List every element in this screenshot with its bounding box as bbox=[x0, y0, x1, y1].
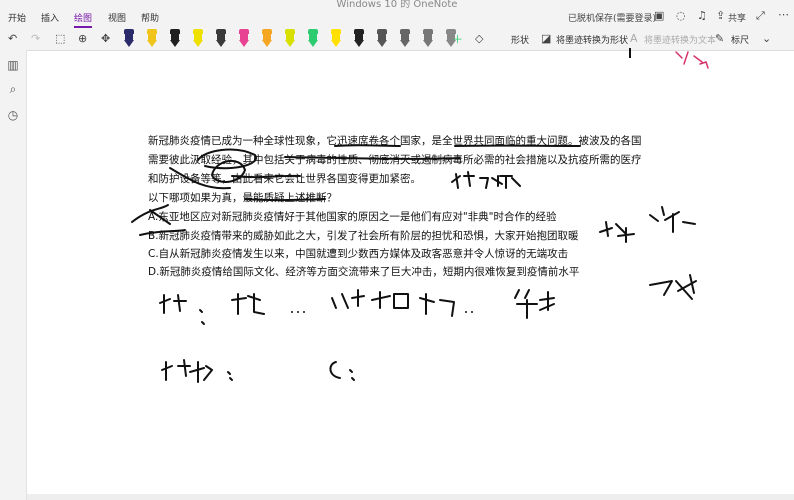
eraser-icon[interactable]: ✥ bbox=[101, 32, 110, 45]
tab-home[interactable]: 开始 bbox=[8, 11, 26, 24]
tab-help[interactable]: 帮助 bbox=[141, 11, 159, 24]
pen-green-icon[interactable] bbox=[308, 29, 318, 47]
pen-orange-icon[interactable] bbox=[262, 29, 272, 47]
horizontal-scrollbar[interactable] bbox=[27, 494, 794, 500]
share-icon[interactable]: ⇪ bbox=[716, 9, 725, 22]
question-prompt: 以下哪项如果为真，最能质疑上述推断？ bbox=[148, 192, 337, 204]
pen-yellow-2-icon[interactable] bbox=[193, 29, 203, 47]
pen-gray-icon[interactable] bbox=[216, 29, 226, 47]
notebook-icon[interactable]: ▣ bbox=[654, 9, 664, 22]
shape-icon[interactable]: ◇ bbox=[475, 32, 483, 45]
sync-status[interactable]: 已脱机保存(需要登录) bbox=[568, 11, 656, 24]
ruler-icon[interactable]: ✎ bbox=[715, 32, 724, 45]
fullscreen-icon[interactable]: ⤢ bbox=[756, 9, 765, 23]
window-title: Windows 10 的 OneNote bbox=[336, 0, 458, 10]
tab-view[interactable]: 视图 bbox=[108, 11, 126, 24]
passage-line-1: 新冠肺炎疫情已成为一种全球性现象，它迅速席卷各个国家，是全世界共同面临的重大问题… bbox=[148, 135, 642, 147]
pen-pink-icon[interactable] bbox=[239, 29, 249, 47]
pen-black-selected-icon[interactable] bbox=[354, 29, 364, 47]
notebooks-icon[interactable]: ▥ bbox=[6, 58, 20, 72]
lasso-select-icon[interactable]: ⬚ bbox=[55, 32, 65, 45]
lightbulb-icon[interactable]: ◌ bbox=[676, 9, 686, 22]
option-b: B.新冠肺炎疫情带来的威胁如此之大，引发了社会所有阶层的担忧和恐惧，大家开始抱团… bbox=[148, 230, 579, 242]
highlighter-yellow-icon[interactable] bbox=[331, 29, 341, 47]
left-sidebar: ▥ ⌕ ◷ bbox=[0, 50, 27, 500]
undo-icon[interactable]: ↶ bbox=[8, 32, 17, 45]
shape-button[interactable]: 形状 bbox=[511, 33, 529, 46]
more-icon[interactable]: ⋯ bbox=[778, 8, 789, 21]
pen-lime-icon[interactable] bbox=[285, 29, 295, 47]
pen-black-icon[interactable] bbox=[170, 29, 180, 47]
chevron-down-icon[interactable]: ⌄ bbox=[762, 32, 771, 45]
option-d: D.新冠肺炎疫情给国际文化、经济等方面交流带来了巨大冲击，短期内很难恢复到疫情前… bbox=[148, 266, 580, 278]
title-bar: Windows 10 的 OneNote 开始 插入 绘图 视图 帮助 已脱机保… bbox=[0, 0, 794, 28]
pen-yellow-icon[interactable] bbox=[147, 29, 157, 47]
share-button[interactable]: 共享 bbox=[728, 11, 746, 24]
option-c: C.自从新冠肺炎疫情发生以来，中国就遭到少数西方媒体及政客恶意并令人惊讶的无端攻… bbox=[148, 248, 569, 260]
recent-icon[interactable]: ◷ bbox=[6, 108, 20, 122]
redo-icon[interactable]: ↷ bbox=[31, 32, 40, 45]
ruler-button[interactable]: 标尺 bbox=[731, 33, 749, 46]
pen-gray-2-icon[interactable] bbox=[400, 29, 410, 47]
passage-line-3: 和防护设备等等，由此看来它会让世界各国变得更加紧密。 bbox=[148, 173, 421, 185]
pen-dark-gray-icon[interactable] bbox=[377, 29, 387, 47]
passage-line-2: 需要彼此汲取经验，其中包括关于病毒的性质、彻底消灭或遏制病毒所必需的社会措施以及… bbox=[148, 154, 642, 166]
tab-draw[interactable]: 绘图 bbox=[74, 11, 93, 28]
bell-icon[interactable]: ♫ bbox=[697, 9, 707, 22]
option-a: A.东亚地区应对新冠肺炎疫情好于其他国家的原因之一是他们有应对"非典"时合作的经… bbox=[148, 211, 557, 223]
add-pen-icon[interactable]: ＋ bbox=[452, 31, 463, 47]
add-space-icon[interactable]: ⊕ bbox=[78, 32, 87, 45]
ink-to-shape-button[interactable]: 将墨迹转换为形状 bbox=[556, 33, 628, 46]
ink-to-text-icon[interactable]: A bbox=[630, 32, 638, 45]
search-icon[interactable]: ⌕ bbox=[6, 82, 20, 96]
pen-dark-blue-icon[interactable] bbox=[124, 29, 134, 47]
draw-ribbon: ↶ ↷ ⬚ ⊕ ✥ ＋ ◇ 形状 ◪ 将墨迹转换为形状 A 将墨迹转换为文本 ✎… bbox=[0, 28, 794, 51]
tab-insert[interactable]: 插入 bbox=[41, 11, 59, 24]
ink-to-shape-icon[interactable]: ◪ bbox=[541, 32, 551, 45]
pen-gray-3-icon[interactable] bbox=[423, 29, 433, 47]
ink-to-text-button[interactable]: 将墨迹转换为文本 bbox=[644, 33, 716, 46]
